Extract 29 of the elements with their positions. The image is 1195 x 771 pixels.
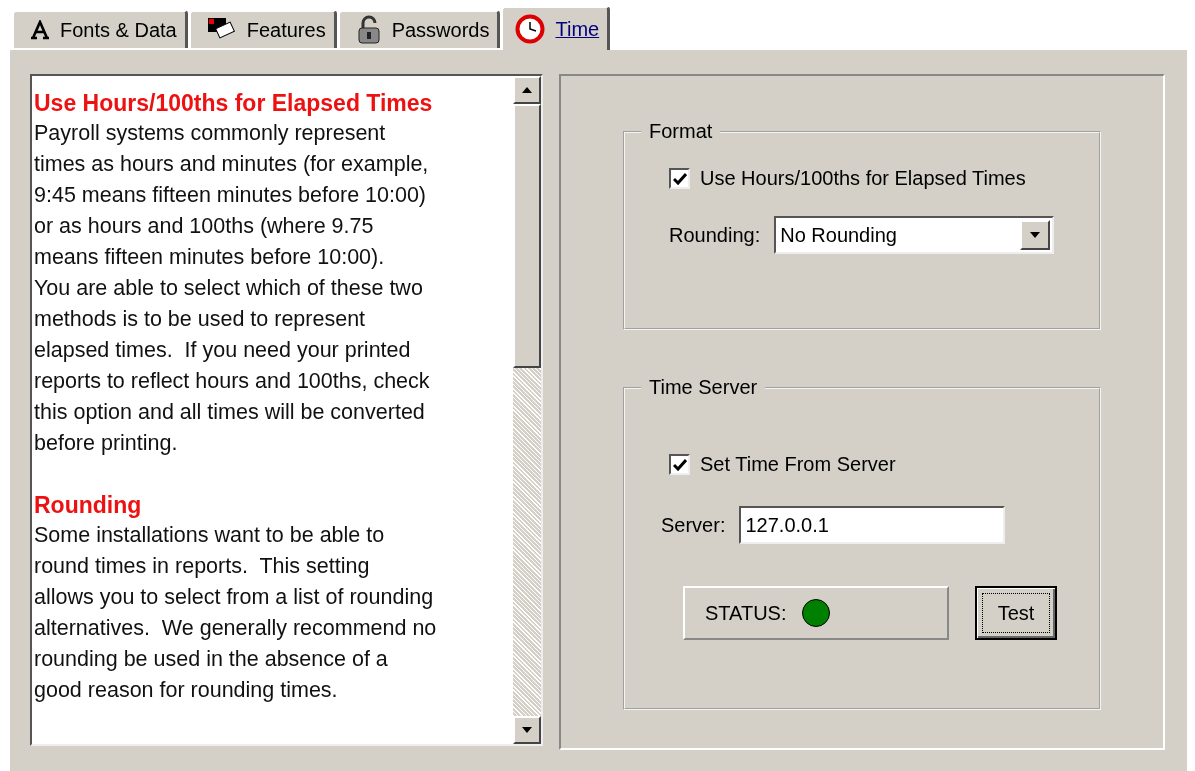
tab[interactable]: Features	[188, 10, 337, 48]
scrollbar[interactable]	[513, 76, 541, 744]
server-field[interactable]: 127.0.0.1	[739, 506, 1006, 544]
up-arrow-icon	[521, 86, 533, 94]
field-label: Rounding:	[669, 223, 761, 247]
help-heading: Rounding	[34, 491, 143, 520]
checkbox[interactable]	[669, 168, 690, 189]
group-title: Time Server	[648, 376, 759, 399]
scroll-up-button[interactable]	[513, 76, 541, 104]
scroll-down-button[interactable]	[513, 716, 541, 744]
test-button[interactable]: Test	[975, 586, 1057, 640]
clock-icon	[515, 14, 546, 44]
checkbox[interactable]	[669, 454, 690, 475]
rounding-dropdown[interactable]: No Rounding	[774, 216, 1055, 254]
help-paragraph: Some installations want to be able to round times in reports. This setting allows you to select from a list of rounding alternatives. We generally recommend no rounding be used in the absence of a good reason for rounding times.	[34, 522, 438, 704]
checkbox-label[interactable]: Set Time From Server	[700, 453, 896, 476]
checkbox-label[interactable]: Use Hours/100ths for Elapsed Times	[700, 167, 1026, 190]
font-icon	[30, 20, 50, 40]
tab[interactable]: Fonts & Data	[12, 10, 188, 48]
tab[interactable]: Time	[501, 6, 611, 50]
down-arrow-icon	[521, 726, 533, 734]
status-label: STATUS:	[705, 601, 787, 625]
tab[interactable]: Passwords	[337, 10, 501, 48]
help-heading: Use Hours/100ths for Elapsed Times	[34, 89, 434, 118]
group-title: Format	[648, 120, 714, 143]
padlock-icon	[355, 15, 382, 45]
field-label: Server:	[661, 513, 726, 537]
help-paragraph: Payroll systems commonly represent times as hours and minutes (for example, 9:45 means fifteen minutes before 10:00) or as hours and 100ths (where 9.75 means fifteen minutes before 10:00). You are able to select which of these two methods is to be used to represent elapsed times. If you need your printed reports to reflect hours and 100ths, check this option and all times will be converted before printing.	[34, 120, 431, 457]
scroll-thumb[interactable]	[513, 104, 541, 368]
